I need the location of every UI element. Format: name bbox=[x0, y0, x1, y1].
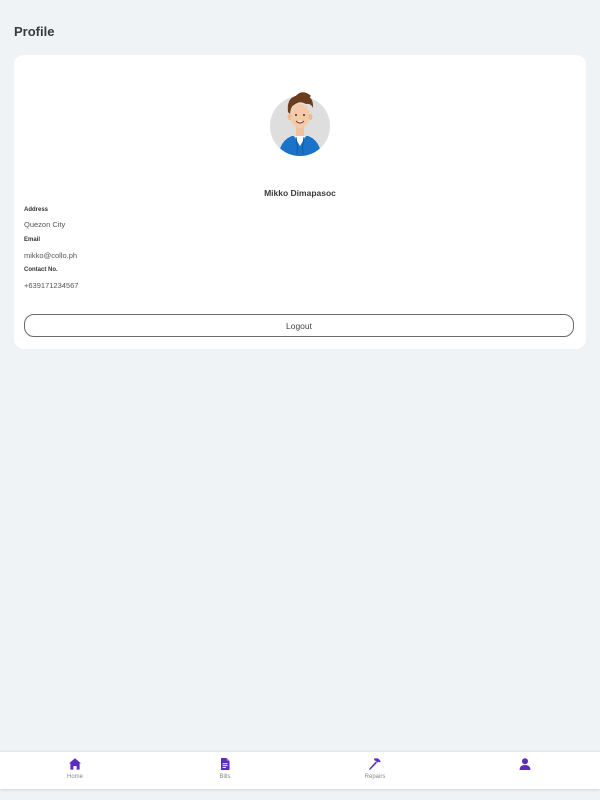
logout-button[interactable]: Logout bbox=[24, 314, 574, 337]
nav-item-profile[interactable] bbox=[450, 752, 600, 789]
profile-card: Mikko Dimapasoc Address Quezon City Emai… bbox=[14, 55, 586, 349]
email-label: Email bbox=[24, 237, 41, 243]
nav-item-home[interactable]: Home bbox=[0, 752, 150, 789]
address-value: Quezon City bbox=[24, 220, 66, 229]
avatar bbox=[270, 92, 330, 156]
home-icon bbox=[69, 758, 81, 770]
email-value: mikko@collo.ph bbox=[24, 251, 78, 260]
nav-label-bills: Bills bbox=[219, 774, 231, 780]
bottom-nav: Home Bills Repairs bbox=[0, 751, 600, 789]
user-name: Mikko Dimapasoc bbox=[264, 188, 336, 198]
nav-label-repairs: Repairs bbox=[364, 774, 386, 780]
nav-item-bills[interactable]: Bills bbox=[150, 752, 300, 789]
bills-icon bbox=[221, 758, 230, 770]
contact-label: Contact No. bbox=[24, 267, 58, 273]
user-icon bbox=[519, 758, 531, 770]
profile-page: Profile Mikko Dimapasoc Address Quezon C… bbox=[0, 0, 600, 800]
address-label: Address bbox=[24, 207, 49, 213]
nav-item-repairs[interactable]: Repairs bbox=[300, 752, 450, 789]
contact-value: +639171234567 bbox=[24, 281, 79, 290]
hammer-icon bbox=[369, 758, 381, 770]
page-title: Profile bbox=[14, 24, 55, 39]
nav-label-home: Home bbox=[66, 774, 83, 780]
